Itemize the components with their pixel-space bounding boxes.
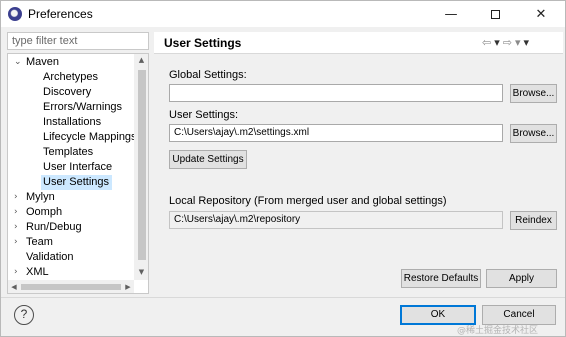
- update-settings-button[interactable]: Update Settings: [169, 150, 247, 169]
- tree-item-label: Lifecycle Mappings: [43, 131, 137, 143]
- tree-item-label: Installations: [43, 116, 102, 128]
- back-menu-icon[interactable]: ▾: [494, 36, 500, 49]
- maximize-button[interactable]: [473, 1, 517, 27]
- reindex-button[interactable]: Reindex: [510, 211, 557, 230]
- page-navigation: ⇦ ▾ ⇨ ▾ ▾: [482, 36, 532, 49]
- tree-item-label: Templates: [43, 146, 94, 158]
- preferences-tree: ⌄ Maven Archetypes Discovery Errors/Warnings…: [7, 53, 149, 294]
- tree-item-label: Validation: [26, 251, 74, 263]
- tree-item[interactable]: Installations: [41, 115, 102, 130]
- tree-item-label: User Settings: [43, 176, 110, 188]
- scroll-right-icon[interactable]: ▶: [122, 280, 134, 293]
- tree-item-label: Maven: [26, 56, 60, 68]
- cancel-button[interactable]: Cancel: [482, 305, 556, 325]
- horizontal-scroll-thumb[interactable]: [21, 284, 121, 290]
- global-settings-field[interactable]: [169, 84, 503, 102]
- vertical-scrollbar[interactable]: ▲ ▼: [134, 54, 148, 280]
- tree-item-label: Run/Debug: [26, 221, 82, 233]
- eclipse-icon: [8, 7, 22, 21]
- watermark: @稀土掘金技术社区: [457, 326, 539, 336]
- ok-button[interactable]: OK: [400, 305, 476, 325]
- tree-item[interactable]: Lifecycle Mappings: [41, 130, 137, 145]
- settings-content: Global Settings: Browse... User Settings…: [154, 54, 563, 294]
- tree-item-label: Discovery: [43, 86, 92, 98]
- view-menu-icon[interactable]: ▾: [524, 36, 530, 49]
- expanded-twisty-icon[interactable]: ⌄: [14, 55, 22, 70]
- preferences-dialog: Preferences — ✕ type filter text ⌄ Maven A…: [0, 0, 566, 337]
- scroll-up-icon[interactable]: ▲: [134, 54, 148, 66]
- collapsed-twisty-icon[interactable]: ›: [14, 235, 18, 250]
- forward-icon[interactable]: ⇨: [503, 36, 512, 49]
- filter-input[interactable]: type filter text: [7, 32, 149, 50]
- user-browse-button[interactable]: Browse...: [510, 124, 557, 143]
- left-pane: type filter text ⌄ Maven Archetypes Discove…: [7, 32, 149, 294]
- scroll-down-icon[interactable]: ▼: [134, 266, 148, 278]
- tree-item[interactable]: Archetypes: [41, 70, 99, 85]
- tree-item[interactable]: ⌄ Maven: [8, 55, 59, 70]
- close-icon: ✕: [535, 6, 547, 22]
- minimize-icon: —: [444, 6, 458, 22]
- page-title: User Settings: [164, 36, 242, 50]
- tree-item[interactable]: User Interface: [41, 160, 113, 175]
- tree-item-label: User Interface: [43, 161, 113, 173]
- collapsed-twisty-icon[interactable]: ›: [14, 205, 18, 220]
- window-title: Preferences: [28, 7, 93, 21]
- global-settings-label: Global Settings:: [169, 69, 247, 81]
- tree-item[interactable]: › Team: [8, 235, 53, 250]
- tree-item[interactable]: Errors/Warnings: [41, 100, 123, 115]
- tree-item[interactable]: ›Validation: [8, 250, 74, 265]
- close-button[interactable]: ✕: [519, 1, 563, 27]
- title-bar: Preferences — ✕: [1, 1, 565, 27]
- apply-button[interactable]: Apply: [486, 269, 557, 288]
- page-header: User Settings ⇦ ▾ ⇨ ▾ ▾: [154, 32, 563, 54]
- help-icon[interactable]: ?: [14, 305, 34, 325]
- user-settings-label: User Settings:: [169, 109, 239, 121]
- scroll-left-icon[interactable]: ◀: [8, 280, 20, 293]
- tree-item-label: Errors/Warnings: [43, 101, 123, 113]
- maximize-icon: [490, 9, 500, 19]
- local-repository-field: C:\Users\ajay\.m2\repository: [169, 211, 503, 229]
- collapsed-twisty-icon[interactable]: ›: [14, 220, 18, 235]
- restore-defaults-button[interactable]: Restore Defaults: [401, 269, 481, 288]
- tree-item[interactable]: User Settings: [41, 175, 113, 190]
- back-icon[interactable]: ⇦: [482, 36, 491, 49]
- tree-item[interactable]: › Oomph: [8, 205, 62, 220]
- tree-item-label: Mylyn: [26, 191, 55, 203]
- forward-menu-icon[interactable]: ▾: [515, 36, 521, 49]
- minimize-button[interactable]: —: [429, 1, 473, 27]
- tree-item-label: Archetypes: [43, 71, 99, 83]
- vertical-scroll-thumb[interactable]: [138, 70, 146, 260]
- global-browse-button[interactable]: Browse...: [510, 84, 557, 103]
- local-repository-label: Local Repository (From merged user and g…: [169, 195, 447, 207]
- tree-item[interactable]: Templates: [41, 145, 94, 160]
- tree-item[interactable]: › Run/Debug: [8, 220, 82, 235]
- tree-item[interactable]: › Mylyn: [8, 190, 55, 205]
- user-settings-field[interactable]: C:\Users\ajay\.m2\settings.xml: [169, 124, 503, 142]
- tree-item-label: Oomph: [26, 206, 63, 218]
- tree-item[interactable]: Discovery: [41, 85, 92, 100]
- tree-item[interactable]: › XML: [8, 265, 49, 280]
- horizontal-scrollbar[interactable]: ◀ ▶: [8, 280, 134, 293]
- collapsed-twisty-icon[interactable]: ›: [14, 265, 18, 280]
- footer-separator: [1, 297, 565, 298]
- tree-item-label: XML: [26, 266, 49, 278]
- tree-item-label: Team: [26, 236, 53, 248]
- collapsed-twisty-icon[interactable]: ›: [14, 190, 18, 205]
